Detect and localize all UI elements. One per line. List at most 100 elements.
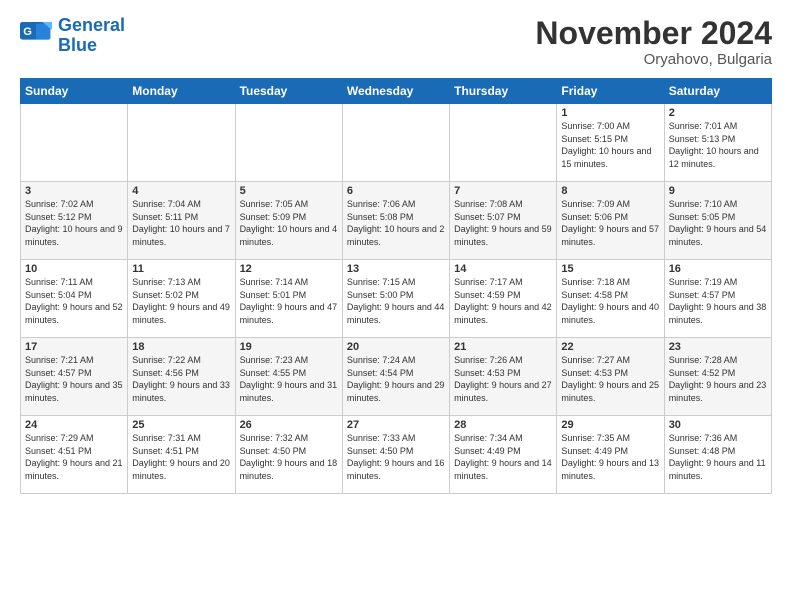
weekday-header-thursday: Thursday	[450, 79, 557, 104]
day-number: 18	[132, 341, 230, 353]
calendar-cell: 13Sunrise: 7:15 AM Sunset: 5:00 PM Dayli…	[342, 260, 449, 338]
calendar-cell: 14Sunrise: 7:17 AM Sunset: 4:59 PM Dayli…	[450, 260, 557, 338]
logo: G General Blue	[20, 16, 125, 56]
calendar-cell: 29Sunrise: 7:35 AM Sunset: 4:49 PM Dayli…	[557, 416, 664, 494]
day-number: 22	[561, 341, 659, 353]
day-number: 19	[240, 341, 338, 353]
calendar-week-4: 17Sunrise: 7:21 AM Sunset: 4:57 PM Dayli…	[21, 338, 772, 416]
day-info: Sunrise: 7:36 AM Sunset: 4:48 PM Dayligh…	[669, 432, 767, 482]
day-number: 12	[240, 263, 338, 275]
calendar-cell: 19Sunrise: 7:23 AM Sunset: 4:55 PM Dayli…	[235, 338, 342, 416]
calendar-cell: 30Sunrise: 7:36 AM Sunset: 4:48 PM Dayli…	[664, 416, 771, 494]
calendar-cell: 3Sunrise: 7:02 AM Sunset: 5:12 PM Daylig…	[21, 182, 128, 260]
day-number: 21	[454, 341, 552, 353]
day-info: Sunrise: 7:33 AM Sunset: 4:50 PM Dayligh…	[347, 432, 445, 482]
calendar-cell: 23Sunrise: 7:28 AM Sunset: 4:52 PM Dayli…	[664, 338, 771, 416]
calendar-cell: 24Sunrise: 7:29 AM Sunset: 4:51 PM Dayli…	[21, 416, 128, 494]
day-number: 27	[347, 419, 445, 431]
weekday-header-friday: Friday	[557, 79, 664, 104]
day-info: Sunrise: 7:02 AM Sunset: 5:12 PM Dayligh…	[25, 198, 123, 248]
day-number: 26	[240, 419, 338, 431]
day-number: 17	[25, 341, 123, 353]
day-number: 6	[347, 185, 445, 197]
day-info: Sunrise: 7:31 AM Sunset: 4:51 PM Dayligh…	[132, 432, 230, 482]
calendar-week-2: 3Sunrise: 7:02 AM Sunset: 5:12 PM Daylig…	[21, 182, 772, 260]
title-block: November 2024 Oryahovo, Bulgaria	[535, 16, 772, 68]
calendar-cell: 15Sunrise: 7:18 AM Sunset: 4:58 PM Dayli…	[557, 260, 664, 338]
calendar-cell: 12Sunrise: 7:14 AM Sunset: 5:01 PM Dayli…	[235, 260, 342, 338]
day-info: Sunrise: 7:08 AM Sunset: 5:07 PM Dayligh…	[454, 198, 552, 248]
day-number: 30	[669, 419, 767, 431]
day-number: 24	[25, 419, 123, 431]
day-number: 8	[561, 185, 659, 197]
day-number: 13	[347, 263, 445, 275]
day-info: Sunrise: 7:24 AM Sunset: 4:54 PM Dayligh…	[347, 354, 445, 404]
day-info: Sunrise: 7:19 AM Sunset: 4:57 PM Dayligh…	[669, 276, 767, 326]
weekday-header-monday: Monday	[128, 79, 235, 104]
location: Oryahovo, Bulgaria	[535, 51, 772, 68]
day-number: 10	[25, 263, 123, 275]
weekday-header-wednesday: Wednesday	[342, 79, 449, 104]
day-info: Sunrise: 7:14 AM Sunset: 5:01 PM Dayligh…	[240, 276, 338, 326]
day-number: 1	[561, 107, 659, 119]
day-info: Sunrise: 7:29 AM Sunset: 4:51 PM Dayligh…	[25, 432, 123, 482]
day-info: Sunrise: 7:32 AM Sunset: 4:50 PM Dayligh…	[240, 432, 338, 482]
day-number: 11	[132, 263, 230, 275]
calendar-cell: 18Sunrise: 7:22 AM Sunset: 4:56 PM Dayli…	[128, 338, 235, 416]
day-info: Sunrise: 7:17 AM Sunset: 4:59 PM Dayligh…	[454, 276, 552, 326]
calendar-cell: 1Sunrise: 7:00 AM Sunset: 5:15 PM Daylig…	[557, 104, 664, 182]
calendar-cell: 16Sunrise: 7:19 AM Sunset: 4:57 PM Dayli…	[664, 260, 771, 338]
day-number: 23	[669, 341, 767, 353]
weekday-header-tuesday: Tuesday	[235, 79, 342, 104]
calendar-cell: 28Sunrise: 7:34 AM Sunset: 4:49 PM Dayli…	[450, 416, 557, 494]
day-number: 14	[454, 263, 552, 275]
day-number: 25	[132, 419, 230, 431]
calendar-cell	[450, 104, 557, 182]
calendar-cell: 8Sunrise: 7:09 AM Sunset: 5:06 PM Daylig…	[557, 182, 664, 260]
day-number: 16	[669, 263, 767, 275]
day-info: Sunrise: 7:23 AM Sunset: 4:55 PM Dayligh…	[240, 354, 338, 404]
svg-text:G: G	[23, 26, 32, 38]
calendar-cell	[235, 104, 342, 182]
day-info: Sunrise: 7:10 AM Sunset: 5:05 PM Dayligh…	[669, 198, 767, 248]
month-title: November 2024	[535, 16, 772, 51]
page-header: G General Blue November 2024 Oryahovo, B…	[20, 16, 772, 68]
day-number: 28	[454, 419, 552, 431]
calendar-header-row: SundayMondayTuesdayWednesdayThursdayFrid…	[21, 79, 772, 104]
day-info: Sunrise: 7:04 AM Sunset: 5:11 PM Dayligh…	[132, 198, 230, 248]
calendar-cell: 9Sunrise: 7:10 AM Sunset: 5:05 PM Daylig…	[664, 182, 771, 260]
calendar-cell: 4Sunrise: 7:04 AM Sunset: 5:11 PM Daylig…	[128, 182, 235, 260]
day-number: 3	[25, 185, 123, 197]
calendar-cell	[342, 104, 449, 182]
calendar-cell	[128, 104, 235, 182]
calendar-cell: 11Sunrise: 7:13 AM Sunset: 5:02 PM Dayli…	[128, 260, 235, 338]
day-info: Sunrise: 7:11 AM Sunset: 5:04 PM Dayligh…	[25, 276, 123, 326]
calendar-cell: 5Sunrise: 7:05 AM Sunset: 5:09 PM Daylig…	[235, 182, 342, 260]
calendar-cell: 22Sunrise: 7:27 AM Sunset: 4:53 PM Dayli…	[557, 338, 664, 416]
day-number: 9	[669, 185, 767, 197]
calendar-week-5: 24Sunrise: 7:29 AM Sunset: 4:51 PM Dayli…	[21, 416, 772, 494]
day-info: Sunrise: 7:18 AM Sunset: 4:58 PM Dayligh…	[561, 276, 659, 326]
calendar-cell: 21Sunrise: 7:26 AM Sunset: 4:53 PM Dayli…	[450, 338, 557, 416]
day-info: Sunrise: 7:28 AM Sunset: 4:52 PM Dayligh…	[669, 354, 767, 404]
day-info: Sunrise: 7:06 AM Sunset: 5:08 PM Dayligh…	[347, 198, 445, 248]
day-info: Sunrise: 7:35 AM Sunset: 4:49 PM Dayligh…	[561, 432, 659, 482]
day-number: 5	[240, 185, 338, 197]
calendar-cell: 26Sunrise: 7:32 AM Sunset: 4:50 PM Dayli…	[235, 416, 342, 494]
day-info: Sunrise: 7:34 AM Sunset: 4:49 PM Dayligh…	[454, 432, 552, 482]
day-info: Sunrise: 7:13 AM Sunset: 5:02 PM Dayligh…	[132, 276, 230, 326]
weekday-header-sunday: Sunday	[21, 79, 128, 104]
calendar-week-3: 10Sunrise: 7:11 AM Sunset: 5:04 PM Dayli…	[21, 260, 772, 338]
day-number: 4	[132, 185, 230, 197]
day-info: Sunrise: 7:09 AM Sunset: 5:06 PM Dayligh…	[561, 198, 659, 248]
day-info: Sunrise: 7:05 AM Sunset: 5:09 PM Dayligh…	[240, 198, 338, 248]
day-number: 15	[561, 263, 659, 275]
calendar-cell: 6Sunrise: 7:06 AM Sunset: 5:08 PM Daylig…	[342, 182, 449, 260]
calendar-cell: 27Sunrise: 7:33 AM Sunset: 4:50 PM Dayli…	[342, 416, 449, 494]
day-info: Sunrise: 7:26 AM Sunset: 4:53 PM Dayligh…	[454, 354, 552, 404]
calendar-cell: 10Sunrise: 7:11 AM Sunset: 5:04 PM Dayli…	[21, 260, 128, 338]
calendar-table: SundayMondayTuesdayWednesdayThursdayFrid…	[20, 78, 772, 494]
calendar-cell	[21, 104, 128, 182]
day-info: Sunrise: 7:00 AM Sunset: 5:15 PM Dayligh…	[561, 120, 659, 170]
weekday-header-saturday: Saturday	[664, 79, 771, 104]
